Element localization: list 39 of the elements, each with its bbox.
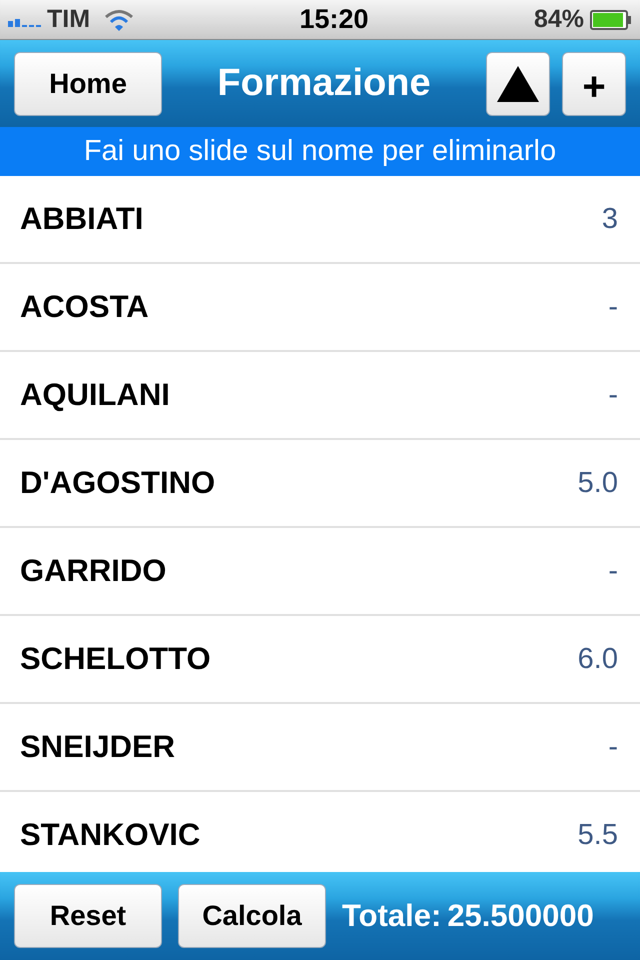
player-score: 3	[602, 202, 618, 236]
player-name: ABBIATI	[20, 201, 144, 237]
add-button[interactable]: +	[562, 52, 626, 116]
player-name: ACOSTA	[20, 289, 149, 325]
player-score: -	[608, 730, 618, 764]
total-label: Totale:	[342, 898, 442, 934]
player-row[interactable]: ABBIATI 3	[0, 176, 640, 264]
player-score: -	[608, 290, 618, 324]
player-row[interactable]: GARRIDO -	[0, 528, 640, 616]
calcola-button[interactable]: Calcola	[178, 884, 326, 948]
battery-percentage: 84%	[534, 5, 584, 34]
player-score: 5.5	[578, 818, 618, 852]
player-row[interactable]: SCHELOTTO 6.0	[0, 616, 640, 704]
player-score: -	[608, 378, 618, 412]
screen-title: Formazione	[216, 62, 432, 105]
battery-icon	[590, 10, 632, 30]
triangle-icon	[497, 66, 539, 102]
player-name: GARRIDO	[20, 553, 166, 589]
player-row[interactable]: D'AGOSTINO 5.0	[0, 440, 640, 528]
player-name: SNEIJDER	[20, 729, 176, 765]
home-button[interactable]: Home	[14, 52, 162, 116]
signal-icon	[8, 19, 41, 27]
player-name: AQUILANI	[20, 377, 170, 413]
player-row[interactable]: AQUILANI -	[0, 352, 640, 440]
player-name: SCHELOTTO	[20, 641, 211, 677]
player-score: 6.0	[578, 642, 618, 676]
carrier-name: TIM	[47, 5, 90, 34]
player-score: -	[608, 554, 618, 588]
player-name: STANKOVIC	[20, 817, 200, 853]
player-row[interactable]: ACOSTA -	[0, 264, 640, 352]
sort-button[interactable]	[486, 52, 550, 116]
hint-text: Fai uno slide sul nome per eliminarlo	[0, 127, 640, 176]
player-score: 5.0	[578, 466, 618, 500]
player-row[interactable]: SNEIJDER -	[0, 704, 640, 792]
player-name: D'AGOSTINO	[20, 465, 216, 501]
total-value: 25.500000	[447, 898, 594, 934]
reset-button[interactable]: Reset	[14, 884, 162, 948]
wifi-icon	[104, 8, 134, 30]
clock-time: 15:20	[299, 4, 369, 35]
